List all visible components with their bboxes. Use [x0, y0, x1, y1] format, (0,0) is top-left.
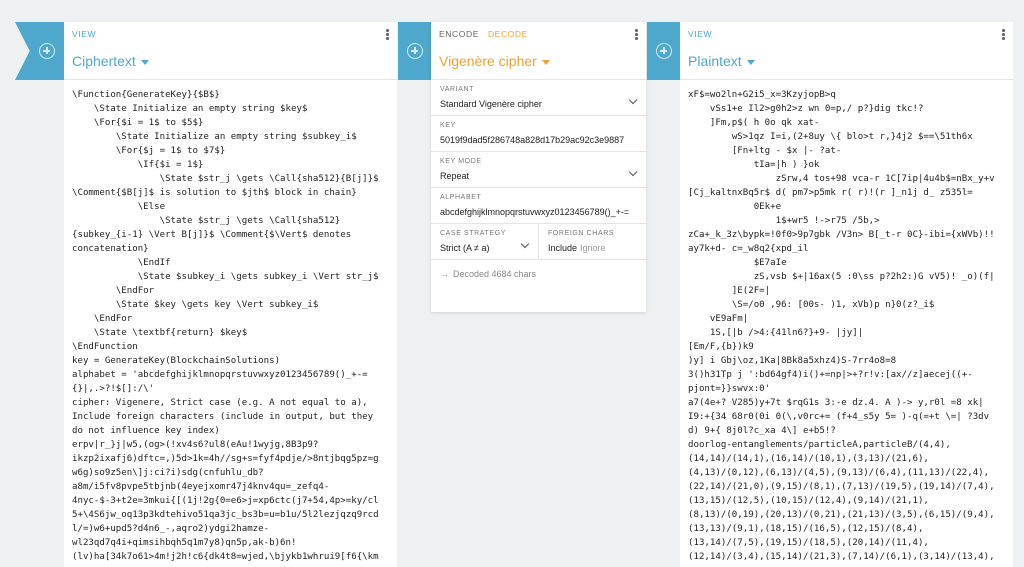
tab-view[interactable]: VIEW — [688, 29, 712, 39]
key-mode-select[interactable]: KEY MODE Repeat — [431, 152, 646, 188]
key-label: KEY — [440, 122, 456, 129]
ciphertext-header: VIEW Ciphertext — [64, 22, 397, 80]
variant-select[interactable]: VARIANT Standard Vigenère cipher — [431, 80, 646, 116]
plaintext-header: VIEW Plaintext — [680, 22, 1013, 80]
caret-down-icon — [541, 59, 550, 65]
case-strategy-label: CASE STRATEGY — [440, 230, 507, 237]
variant-value: Standard Vigenère cipher — [440, 99, 542, 109]
add-operation-right[interactable] — [647, 22, 681, 80]
case-strategy-select[interactable]: CASE STRATEGY Strict (A ≠ a) — [431, 224, 539, 259]
panel-title: Plaintext — [688, 53, 742, 69]
alphabet-field[interactable]: ALPHABET abcdefghijklmnopqrstuvwxyz01234… — [431, 188, 646, 224]
add-operation-middle[interactable] — [398, 22, 432, 80]
more-options-icon[interactable] — [1002, 29, 1005, 41]
ciphertext-content[interactable]: \Function{GenerateKey}{$B$} \State Initi… — [64, 80, 397, 567]
tab-encode[interactable]: ENCODE — [439, 29, 479, 39]
more-options-icon[interactable] — [635, 29, 638, 41]
status-line: → Decoded 4684 chars — [431, 260, 646, 288]
tab-decode[interactable]: DECODE — [488, 29, 528, 39]
foreign-chars-label: FOREIGN CHARS — [548, 230, 615, 237]
alphabet-value[interactable]: abcdefghijklmnopqrstuvwxyz0123456789()_+… — [431, 201, 646, 223]
plaintext-format-select[interactable]: Plaintext — [688, 53, 755, 69]
more-options-icon[interactable] — [386, 29, 389, 41]
caret-down-icon — [140, 59, 149, 65]
vigenere-header: ENCODE DECODE Vigenère cipher — [431, 22, 646, 80]
key-value[interactable]: 5019f9dad5f286748a828d17b29ac92c3e9887 — [431, 129, 646, 151]
plus-circle-icon — [407, 43, 423, 59]
plaintext-content[interactable]: xF$=wo2ln+G2i5_x=3KzyjopB>q vSs1+e Il2>g… — [680, 80, 1013, 567]
vigenere-panel: ENCODE DECODE Vigenère cipher VARIANT St… — [431, 22, 646, 312]
variant-label: VARIANT — [440, 86, 475, 93]
foreign-ignore-option[interactable]: Ignore — [580, 243, 606, 253]
ciphertext-format-select[interactable]: Ciphertext — [72, 53, 149, 69]
tab-view[interactable]: VIEW — [72, 29, 96, 39]
panel-title: Vigenère cipher — [439, 53, 537, 69]
key-mode-label: KEY MODE — [440, 158, 482, 165]
caret-down-icon — [746, 59, 755, 65]
cipher-select[interactable]: Vigenère cipher — [439, 53, 550, 69]
foreign-include-option[interactable]: Include — [548, 243, 577, 253]
foreign-chars-toggle: FOREIGN CHARS Include Ignore — [539, 224, 646, 259]
alphabet-label: ALPHABET — [440, 194, 482, 201]
key-field[interactable]: KEY 5019f9dad5f286748a828d17b29ac92c3e98… — [431, 116, 646, 152]
plaintext-panel: VIEW Plaintext xF$=wo2ln+G2i5_x=3KzyjopB… — [680, 22, 1013, 567]
panel-title: Ciphertext — [72, 53, 136, 69]
plus-circle-icon — [39, 43, 55, 59]
arrow-right-icon: → — [440, 269, 449, 279]
ciphertext-panel: VIEW Ciphertext \Function{GenerateKey}{$… — [64, 22, 397, 567]
key-mode-value: Repeat — [440, 171, 470, 181]
case-strategy-value: Strict (A ≠ a) — [440, 243, 490, 253]
plus-circle-icon — [656, 43, 672, 59]
status-text: Decoded 4684 chars — [453, 269, 537, 279]
add-operation-left[interactable] — [15, 22, 64, 80]
